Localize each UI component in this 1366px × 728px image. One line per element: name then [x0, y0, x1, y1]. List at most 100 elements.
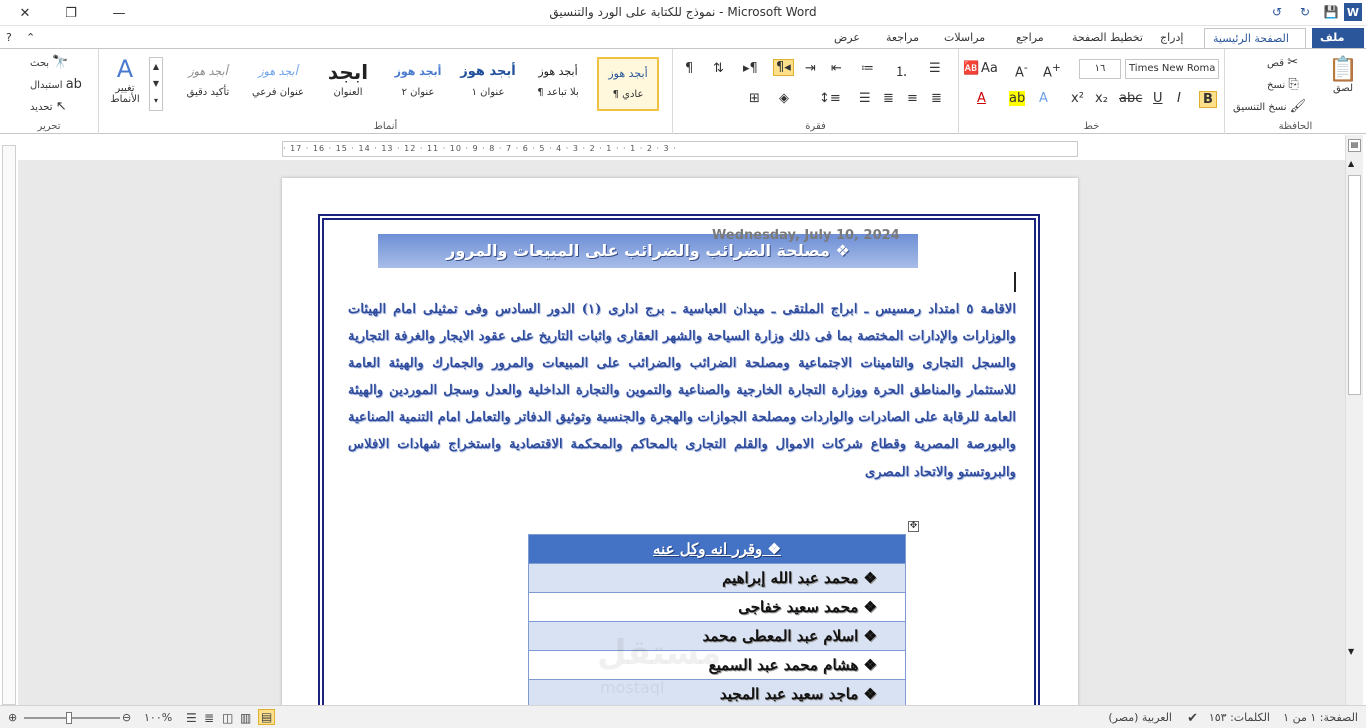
editing-group: بحث 🔭 استبدال ab تحديد ↖ تحرير — [0, 49, 98, 134]
horizontal-ruler[interactable]: · 17 · 16 · 15 · 14 · 13 · 12 · 11 · 10 … — [282, 141, 1078, 157]
align-center-icon[interactable]: ≡ — [907, 91, 918, 106]
italic-icon[interactable]: I — [1177, 91, 1181, 106]
line-spacing-icon[interactable]: ↕≡ — [819, 91, 841, 106]
collapse-ribbon-icon[interactable]: ⌃ — [24, 28, 40, 48]
proofing-icon[interactable]: ✔ — [1187, 711, 1198, 726]
ltr-direction-icon[interactable]: ▸¶ — [743, 61, 758, 76]
undo-icon[interactable]: ↺ — [1268, 3, 1286, 21]
tab-references[interactable]: مراجع — [1008, 28, 1052, 48]
binoculars-icon: 🔭 — [52, 55, 69, 70]
status-bar: الصفحة: ١ من ١ الكلمات: ١٥٣ ✔ العربية (م… — [0, 705, 1366, 728]
style-subtle-emphasis[interactable]: أبجد هوز تأكيد دقيق — [177, 57, 239, 111]
sort-icon[interactable]: ⇅ — [713, 61, 724, 76]
tab-home[interactable]: الصفحة الرئيسية — [1204, 28, 1306, 48]
tab-file[interactable]: ملف — [1312, 28, 1364, 48]
ribbon: 📋 لصق قص ✂ نسخ ⎘ نسخ التنسيق 🖌 الحافظة T… — [0, 48, 1366, 134]
font-name-select[interactable]: Times New Roma — [1125, 59, 1219, 79]
style-heading-1[interactable]: أبجد هوز عنوان ١ — [457, 57, 519, 111]
web-view-icon[interactable]: ◫ — [222, 711, 233, 725]
shrink-font-icon[interactable]: A- — [1015, 61, 1028, 80]
show-marks-icon[interactable]: ¶ — [685, 61, 693, 76]
format-painter-button[interactable]: نسخ التنسيق 🖌 — [1233, 99, 1306, 114]
scroll-up-icon[interactable]: ▲ — [1348, 159, 1354, 168]
outline-view-icon[interactable]: ≣ — [204, 711, 214, 725]
date-field[interactable]: Wednesday, July 10, 2024 — [712, 228, 962, 243]
table-header-row: ❖ وقرر انه وكل عنه — [528, 534, 906, 564]
replace-button[interactable]: استبدال ab — [30, 77, 82, 92]
multilevel-list-icon[interactable]: ≔ — [861, 61, 874, 76]
style-no-spacing[interactable]: أبجد هوز ¶ بلا تباعد — [527, 57, 589, 111]
underline-icon[interactable]: U — [1153, 91, 1163, 106]
font-group-label: خط — [1083, 121, 1100, 132]
table-cell[interactable]: ❖ ماجد سعيد عبد المجيد — [528, 679, 906, 705]
table-cell[interactable]: ❖ محمد عبد الله إبراهيم — [528, 563, 906, 593]
styles-scroll-icon[interactable]: ▲ ▼ ▾ — [149, 57, 163, 111]
strikethrough-icon[interactable]: abc — [1119, 91, 1142, 106]
superscript-icon[interactable]: x² — [1071, 91, 1084, 106]
bold-icon[interactable]: B — [1199, 91, 1217, 108]
borders-icon[interactable]: ⊞ — [749, 91, 760, 106]
draft-view-icon[interactable]: ☰ — [186, 711, 197, 725]
font-size-select[interactable]: ١٦ — [1079, 59, 1121, 79]
help-icon[interactable]: ? — [4, 28, 20, 48]
copy-button[interactable]: نسخ ⎘ — [1267, 77, 1299, 92]
font-color-icon[interactable]: A — [977, 91, 986, 106]
scroll-thumb[interactable] — [1348, 175, 1361, 395]
grow-font-icon[interactable]: A+ — [1043, 61, 1061, 80]
vertical-scrollbar[interactable]: ▤ ▲ ▼ — [1345, 135, 1363, 705]
cut-button[interactable]: قص ✂ — [1267, 55, 1298, 70]
save-icon[interactable]: 💾 — [1322, 3, 1340, 21]
table-move-handle-icon[interactable]: ✥ — [908, 521, 919, 532]
clear-format-icon[interactable]: 🆎 — [963, 61, 979, 76]
reading-view-icon[interactable]: ▥ — [240, 711, 251, 725]
decrease-indent-icon[interactable]: ⇤ — [831, 61, 842, 76]
rtl-direction-icon[interactable]: ¶◂ — [773, 59, 794, 76]
zoom-slider-thumb[interactable] — [66, 712, 72, 724]
ruler-numbers: · 17 · 16 · 15 · 14 · 13 · 12 · 11 · 10 … — [283, 144, 677, 153]
change-styles-button[interactable]: A تغيير الأنماط — [105, 55, 145, 105]
cursor-icon: ↖ — [55, 99, 67, 114]
table-cell[interactable]: ❖ محمد سعيد خفاجى — [528, 592, 906, 622]
table-row: ❖ ماجد سعيد عبد المجيد — [528, 679, 906, 705]
style-heading-2[interactable]: أبجد هوز عنوان ٢ — [387, 57, 449, 111]
text-effects-icon[interactable]: A — [1039, 91, 1048, 106]
tab-mailings[interactable]: مراسلات — [936, 28, 993, 48]
word-count[interactable]: الكلمات: ١٥٣ — [1209, 711, 1270, 724]
paste-button[interactable]: 📋 لصق — [1325, 55, 1361, 94]
tab-insert[interactable]: إدراج — [1152, 28, 1191, 48]
agents-table[interactable]: ❖ وقرر انه وكل عنه ❖ محمد عبد الله إبراه… — [528, 534, 906, 705]
zoom-slider[interactable] — [24, 717, 120, 719]
table-header-cell[interactable]: ❖ وقرر انه وكل عنه — [528, 534, 906, 564]
body-paragraph[interactable]: الاقامة ٥ امتداد رمسيس ـ ابراج الملتقى ـ… — [348, 296, 1016, 486]
vertical-ruler[interactable] — [2, 145, 16, 705]
numbering-icon[interactable]: ⒈ — [895, 61, 908, 80]
redo-icon[interactable]: ↻ — [1296, 3, 1314, 21]
justify-icon[interactable]: ☰ — [859, 91, 871, 106]
increase-indent-icon[interactable]: ⇥ — [805, 61, 816, 76]
zoom-in-icon[interactable]: ⊕ — [8, 711, 17, 724]
clipboard-group-label: الحافظة — [1278, 121, 1313, 132]
select-button[interactable]: تحديد ↖ — [30, 99, 67, 114]
zoom-level[interactable]: ١٠٠% — [144, 711, 172, 724]
page-count[interactable]: الصفحة: ١ من ١ — [1283, 711, 1358, 724]
align-left-icon[interactable]: ≣ — [883, 91, 894, 106]
tab-view[interactable]: عرض — [826, 28, 868, 48]
print-layout-icon[interactable]: ▤ — [258, 709, 276, 725]
find-button[interactable]: بحث 🔭 — [30, 55, 68, 70]
subscript-icon[interactable]: x₂ — [1095, 91, 1108, 106]
shading-icon[interactable]: ◈ — [779, 91, 789, 106]
zoom-out-icon[interactable]: ⊖ — [122, 711, 131, 724]
document-page[interactable]: ❖ مصلحة الضرائب والضرائب على المبيعات وا… — [282, 178, 1078, 705]
tab-page-layout[interactable]: تخطيط الصفحة — [1064, 28, 1151, 48]
tab-review[interactable]: مراجعة — [878, 28, 927, 48]
scroll-down-icon[interactable]: ▼ — [1348, 647, 1354, 656]
language-indicator[interactable]: العربية (مصر) — [1108, 711, 1172, 724]
style-normal[interactable]: أبجد هوز ¶ عادي — [597, 57, 659, 111]
style-title[interactable]: ابجد العنوان — [317, 57, 379, 111]
style-subtitle[interactable]: أبجد هوز عنوان فرعي — [247, 57, 309, 111]
bullets-icon[interactable]: ☰ — [929, 61, 941, 76]
highlight-icon[interactable]: ab — [1009, 91, 1026, 106]
align-right-icon[interactable]: ≣ — [931, 91, 942, 106]
ruler-toggle-icon[interactable]: ▤ — [1348, 139, 1361, 152]
change-case-icon[interactable]: Aa — [981, 61, 998, 76]
